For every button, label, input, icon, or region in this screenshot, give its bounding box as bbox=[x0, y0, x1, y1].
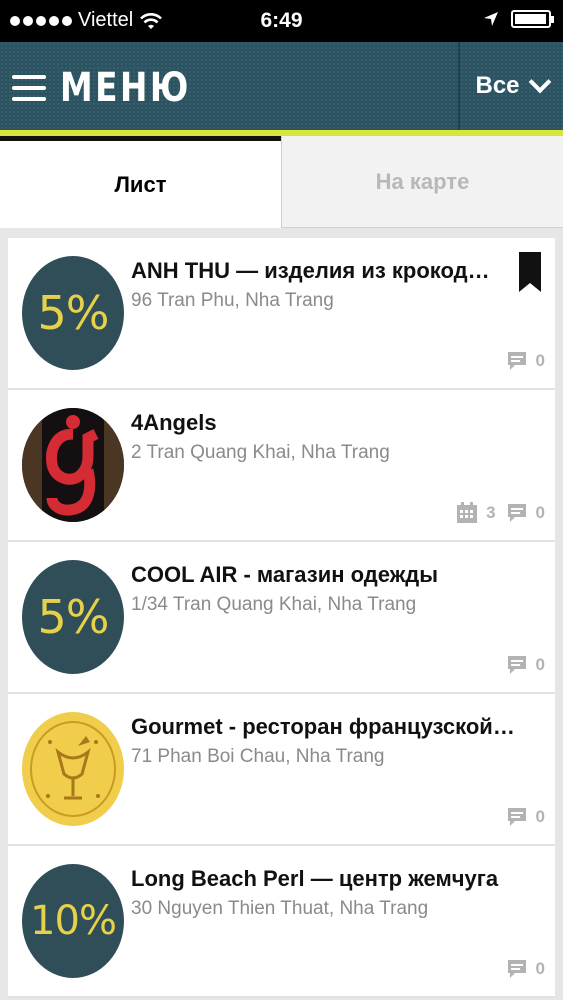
list-item[interactable]: 5% COOL AIR - магазин одежды 1/34 Tran Q… bbox=[8, 542, 555, 694]
discount-badge-text: 10% bbox=[30, 898, 117, 944]
filter-dropdown[interactable]: Все bbox=[460, 42, 563, 130]
filter-label: Все bbox=[475, 72, 520, 99]
place-title: Long Beach Perl — центр жемчуга bbox=[131, 866, 499, 891]
list-item[interactable]: Gourmet - ресторан французской … 71 Phan… bbox=[8, 694, 555, 846]
comments-count: 0 bbox=[506, 654, 545, 676]
calendar-icon bbox=[457, 502, 478, 523]
top-app-bar: МЕНЮ Все bbox=[0, 42, 563, 134]
place-address: 71 Phan Boi Chau, Nha Trang bbox=[131, 746, 385, 767]
4angels-logo-icon bbox=[22, 408, 124, 522]
location-arrow-icon bbox=[484, 12, 498, 26]
discount-badge: 10% bbox=[22, 864, 124, 978]
place-title: 4Angels bbox=[131, 410, 217, 435]
chevron-down-icon bbox=[528, 70, 551, 94]
comment-icon bbox=[507, 504, 526, 522]
comment-icon bbox=[507, 960, 526, 978]
menu-button[interactable]: МЕНЮ bbox=[12, 62, 220, 114]
tab-map[interactable]: На карте bbox=[281, 136, 563, 228]
item-meta: 0 bbox=[506, 350, 545, 372]
discount-badge: 5% bbox=[22, 256, 124, 370]
comment-icon bbox=[507, 656, 526, 674]
battery-icon bbox=[511, 10, 554, 28]
place-address: 2 Tran Quang Khai, Nha Trang bbox=[131, 442, 390, 463]
list-item[interactable]: 10% Long Beach Perl — центр жемчуга 30 N… bbox=[8, 846, 555, 998]
item-meta: 0 bbox=[506, 958, 545, 980]
comments-count: 0 bbox=[506, 350, 545, 372]
discount-badge: 5% bbox=[22, 560, 124, 674]
place-address: 30 Nguyen Thien Thuat, Nha Trang bbox=[131, 898, 429, 919]
comments-count: 0 bbox=[506, 806, 545, 828]
comments-count: 0 bbox=[506, 502, 545, 524]
comments-count-value: 0 bbox=[535, 503, 545, 522]
comments-count-value: 0 bbox=[535, 959, 545, 978]
item-meta: 3 0 bbox=[456, 502, 545, 524]
status-bar: Viettel 6:49 bbox=[0, 0, 563, 42]
tab-list[interactable]: Лист bbox=[0, 136, 281, 228]
place-address: 96 Tran Phu, Nha Trang bbox=[131, 290, 334, 311]
place-title: Gourmet - ресторан французской … bbox=[131, 714, 516, 739]
discount-badge-text: 5% bbox=[37, 286, 110, 340]
gourmet-logo-icon bbox=[22, 712, 124, 826]
gourmet-logo-graphic bbox=[30, 721, 116, 817]
comments-count: 0 bbox=[506, 958, 545, 980]
place-title: COOL AIR - магазин одежды bbox=[131, 562, 439, 587]
places-list: 5% ANH THU — изделия из крокод… 96 Tran … bbox=[8, 238, 555, 998]
discount-badge-text: 5% bbox=[37, 590, 110, 644]
4angels-logo-graphic bbox=[22, 408, 124, 522]
comment-icon bbox=[507, 808, 526, 826]
hamburger-icon bbox=[12, 75, 46, 101]
comments-count-value: 0 bbox=[535, 807, 545, 826]
events-count: 3 bbox=[456, 502, 496, 524]
comments-count-value: 0 bbox=[535, 351, 545, 370]
place-address: 1/34 Tran Quang Khai, Nha Trang bbox=[131, 594, 417, 615]
events-count-value: 3 bbox=[486, 503, 496, 522]
item-meta: 0 bbox=[506, 654, 545, 676]
comments-count-value: 0 bbox=[535, 655, 545, 674]
comment-icon bbox=[507, 352, 526, 370]
menu-title: МЕНЮ bbox=[60, 65, 191, 111]
clock: 6:49 bbox=[260, 9, 303, 32]
list-item[interactable]: 4Angels 2 Tran Quang Khai, Nha Trang 3 0 bbox=[8, 390, 555, 542]
place-title: ANH THU — изделия из крокод… bbox=[131, 258, 490, 283]
item-meta: 0 bbox=[506, 806, 545, 828]
bookmark-icon[interactable] bbox=[519, 252, 541, 292]
view-tabs: Лист На карте bbox=[0, 136, 563, 228]
list-item[interactable]: 5% ANH THU — изделия из крокод… 96 Tran … bbox=[8, 238, 555, 390]
